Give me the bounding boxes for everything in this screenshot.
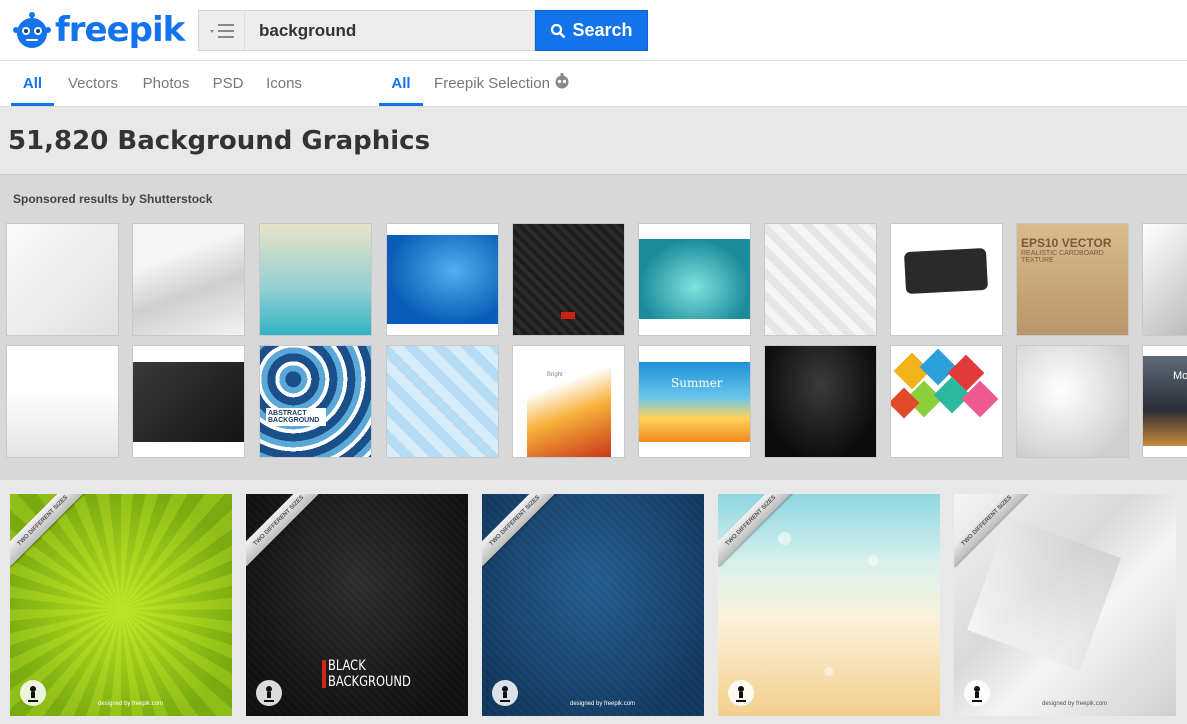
thumb-caption: Mo (1173, 370, 1187, 382)
sponsored-thumb[interactable] (638, 223, 751, 336)
result-card[interactable]: TWO DIFFERENT SIZES BLACK BACKGROUND (246, 494, 468, 716)
page-title: 51,820 Background Graphics (8, 126, 431, 156)
filter-tabs: All Vectors Photos PSD Icons All Freepik… (0, 61, 1187, 107)
search-icon (551, 23, 566, 38)
result-card[interactable]: TWO DIFFERENT SIZES designed by freepik.… (482, 494, 704, 716)
freepik-mascot-icon (12, 10, 52, 50)
tab-all-selection[interactable]: All (379, 61, 423, 106)
result-card[interactable]: TWO DIFFERENT SIZES (718, 494, 940, 716)
sponsored-label: Sponsored results by Shutterstock (13, 192, 213, 206)
author-avatar-icon (728, 680, 754, 706)
author-avatar-icon (964, 680, 990, 706)
sponsored-thumb[interactable] (764, 223, 877, 336)
sponsored-thumb[interactable] (6, 345, 119, 458)
sponsored-thumb[interactable] (764, 345, 877, 458)
card-caption-line2: BACKGROUND (328, 674, 411, 690)
thumb-caption: Bright (547, 372, 563, 378)
sponsored-thumb[interactable] (1142, 223, 1187, 336)
sponsored-thumb[interactable] (1016, 345, 1129, 458)
sponsored-thumb[interactable] (132, 345, 245, 458)
freepik-credit: designed by freepik.com (1042, 701, 1108, 707)
tab-icons[interactable]: Icons (262, 61, 306, 106)
search-bar: Search (198, 10, 648, 51)
sponsored-thumb[interactable]: Mo (1142, 345, 1187, 458)
sponsored-thumb[interactable] (259, 223, 372, 336)
freepik-logo[interactable]: freepik (12, 10, 185, 50)
sponsored-thumb[interactable] (6, 223, 119, 336)
tab-photos[interactable]: Photos (138, 61, 194, 106)
sponsored-results: Sponsored results by Shutterstock EPS10 … (0, 174, 1187, 480)
author-avatar-icon (20, 680, 46, 706)
thumb-caption: ABSTRACT BACKGROUND (266, 408, 326, 426)
sponsored-thumb[interactable]: Summer (638, 345, 751, 458)
sponsored-thumb[interactable] (890, 345, 1003, 458)
freepik-credit: designed by freepik.com (98, 701, 164, 707)
search-menu-button[interactable] (198, 10, 244, 51)
author-avatar-icon (256, 680, 282, 706)
sponsored-thumb[interactable]: EPS10 VECTOR REALISTIC CARDBOARD TEXTURE (1016, 223, 1129, 336)
sponsored-thumb[interactable]: ABSTRACT BACKGROUND (259, 345, 372, 458)
freepik-selection-icon (555, 72, 569, 89)
tab-psd[interactable]: PSD (210, 61, 246, 106)
sponsored-thumb[interactable] (512, 223, 625, 336)
tab-all[interactable]: All (11, 61, 54, 106)
search-button-label: Search (572, 20, 633, 40)
thumb-caption: REALISTIC CARDBOARD TEXTURE (1021, 250, 1104, 264)
sponsored-thumb[interactable]: Bright (512, 345, 625, 458)
card-caption-line1: BLACK (328, 658, 366, 674)
tab-vectors[interactable]: Vectors (64, 61, 122, 106)
tab-freepik-selection[interactable]: Freepik Selection (434, 61, 550, 106)
sponsored-thumb[interactable] (386, 345, 499, 458)
result-card[interactable]: TWO DIFFERENT SIZES designed by freepik.… (10, 494, 232, 716)
sponsored-thumb[interactable] (132, 223, 245, 336)
thumb-caption: EPS10 VECTOR (1021, 236, 1112, 250)
brand-name: freepik (55, 10, 185, 50)
author-avatar-icon (492, 680, 518, 706)
freepik-credit: designed by freepik.com (570, 701, 636, 707)
sponsored-thumb[interactable] (890, 223, 1003, 336)
thumb-caption: Summer (671, 376, 723, 390)
top-header: freepik Search (0, 0, 1187, 61)
result-card[interactable]: TWO DIFFERENT SIZES designed by freepik.… (954, 494, 1176, 716)
menu-icon (209, 23, 234, 38)
search-input[interactable] (244, 10, 535, 51)
search-button[interactable]: Search (535, 10, 648, 51)
sponsored-thumb[interactable] (386, 223, 499, 336)
